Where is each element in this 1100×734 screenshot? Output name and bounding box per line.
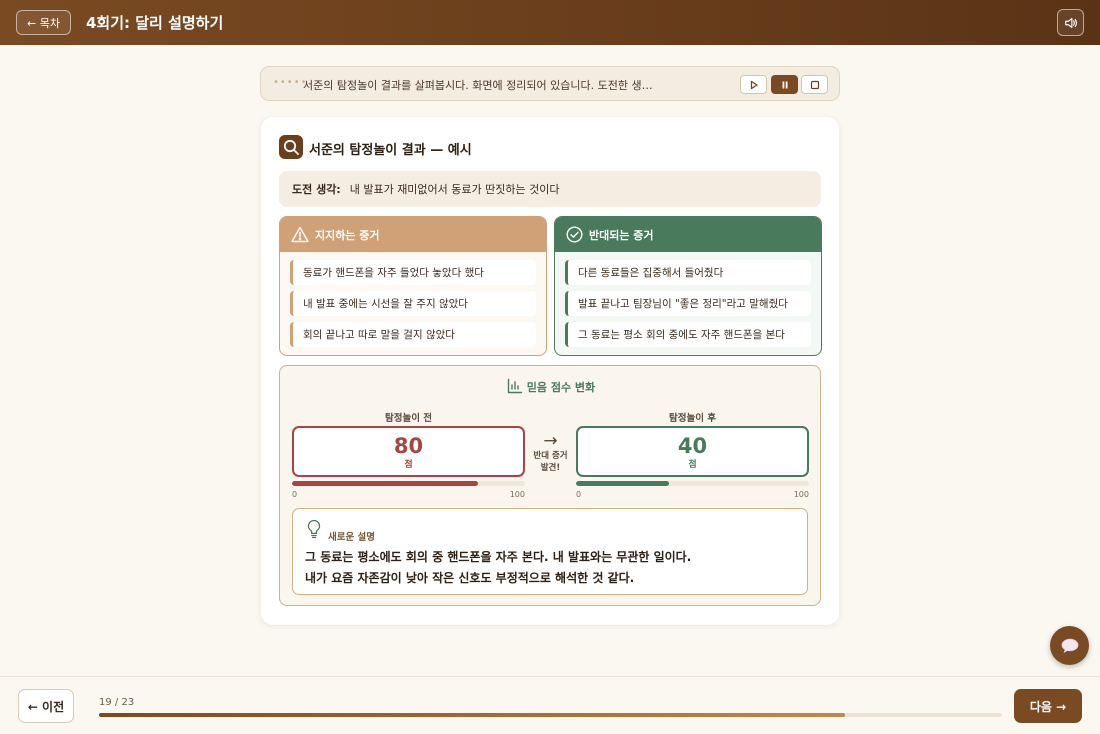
before-label: 탐정놀이 전 (384, 413, 432, 424)
before-score-box: 80 점 (292, 426, 525, 477)
score-title: 믿음 점수 변화 (280, 378, 822, 395)
page-title: 4회기: 달리 설명하기 (86, 14, 224, 32)
list-item: 발표 끝나고 팀장님이 "좋은 정리"라고 말해줬다 (565, 291, 811, 316)
after-score: 40 (677, 434, 708, 458)
stop-icon (810, 80, 819, 89)
stop-button[interactable] (801, 75, 828, 94)
warning-icon (291, 226, 309, 243)
before-unit: 점 (404, 460, 413, 470)
new-explanation: 새로운 설명 그 동료는 평소에도 회의 중 핸드폰을 자주 본다. 내 발표와… (292, 508, 808, 595)
play-button[interactable] (740, 75, 767, 94)
after-score-bar (576, 481, 809, 486)
before-bar-max: 100 (509, 490, 525, 499)
before-score-fill (292, 481, 479, 486)
bar-chart-icon (507, 378, 522, 394)
pause-button[interactable] (771, 75, 798, 94)
list-item: 내 발표 중에는 시선을 잘 주지 않았다 (290, 291, 536, 316)
opposing-evidence: 반대되는 증거 다른 동료들은 집중해서 들어줬다 발표 끝나고 팀장님이 "좋… (554, 216, 822, 356)
chat-button[interactable] (1050, 626, 1089, 665)
explanation-line-2: 내가 요즘 자존감이 낮아 작은 신호도 부정적으로 해석한 것 같다. (305, 571, 635, 585)
opposing-header: 반대되는 증거 (555, 217, 821, 252)
arrow-label-1: 반대 증거 (533, 451, 568, 461)
magnifier-icon (283, 139, 299, 155)
check-circle-icon (566, 226, 583, 243)
before-score: 80 (393, 434, 424, 458)
before-bar-min: 0 (292, 490, 298, 499)
card-icon-box (279, 135, 303, 159)
supporting-header: 지지하는 증거 (280, 217, 546, 252)
progress-bar (99, 713, 1002, 717)
supporting-evidence: 지지하는 증거 동료가 핸드폰을 자주 들었다 놓았다 했다 내 발표 중에는 … (279, 216, 547, 356)
pause-icon (782, 81, 787, 88)
toc-button[interactable]: ← 목차 (16, 10, 71, 35)
footer-nav: ← 이전 19 / 23 다음 → (0, 676, 1100, 734)
play-icon (750, 80, 758, 89)
list-item: 그 동료는 평소 회의 중에도 자주 핸드폰을 본다 (565, 322, 811, 347)
app-header: ← 목차 4회기: 달리 설명하기 (0, 0, 1100, 45)
progress-text: 19 / 23 (99, 697, 135, 708)
list-item: 회의 끝나고 따로 말을 걸지 않았다 (290, 322, 536, 347)
opposing-heading: 반대되는 증거 (589, 228, 654, 242)
narration-bar: ••••• 서준의 탐정놀이 결과를 살펴봅시다. 화면에 정리되어 있습니다.… (260, 66, 840, 101)
after-score-box: 40 점 (576, 426, 809, 477)
list-item: 동료가 핸드폰을 자주 들었다 놓았다 했다 (290, 260, 536, 285)
score-title-text: 믿음 점수 변화 (526, 381, 596, 394)
explanation-label: 새로운 설명 (328, 532, 376, 543)
thought-label: 도전 생각: (292, 183, 341, 196)
result-card: 서준의 탐정놀이 결과 — 예시 도전 생각: 내 발표가 재미없어서 동료가 … (261, 117, 839, 625)
change-arrow: → 반대 증거 발견! (527, 432, 574, 474)
after-score-fill (576, 481, 670, 486)
list-item: 다른 동료들은 집중해서 들어줬다 (565, 260, 811, 285)
chat-bubble-icon (1061, 638, 1078, 653)
after-bar-max: 100 (793, 490, 809, 499)
prev-button[interactable]: ← 이전 (18, 689, 74, 723)
before-score-bar (292, 481, 525, 486)
explanation-line-1: 그 동료는 평소에도 회의 중 핸드폰을 자주 본다. 내 발표와는 무관한 일… (305, 550, 692, 564)
thought-value: 내 발표가 재미없어서 동료가 딴짓하는 것이다 (349, 183, 560, 196)
arrow-label-2: 발견! (540, 463, 561, 473)
after-label: 탐정놀이 후 (668, 413, 716, 424)
supporting-heading: 지지하는 증거 (315, 228, 380, 242)
lightbulb-icon (307, 519, 321, 539)
belief-score-panel: 믿음 점수 변화 탐정놀이 전 탐정놀이 후 80 점 → 반대 증거 발견! … (279, 365, 821, 606)
narration-text: 서준의 탐정놀이 결과를 살펴봅시다. 화면에 정리되어 있습니다. 도전한 생… (303, 79, 653, 92)
arrow-right-icon: → (543, 431, 558, 451)
after-unit: 점 (688, 460, 697, 470)
speaker-icon (1064, 17, 1077, 28)
after-bar-min: 0 (576, 490, 582, 499)
sound-button[interactable] (1057, 9, 1084, 36)
card-title: 서준의 탐정놀이 결과 — 예시 (309, 143, 472, 158)
next-button[interactable]: 다음 → (1014, 689, 1082, 723)
challenge-thought: 도전 생각: 내 발표가 재미없어서 동료가 딴짓하는 것이다 (279, 171, 821, 207)
explanation-text: 그 동료는 평소에도 회의 중 핸드폰을 자주 본다. 내 발표와는 무관한 일… (305, 547, 691, 589)
progress-fill (99, 713, 845, 717)
